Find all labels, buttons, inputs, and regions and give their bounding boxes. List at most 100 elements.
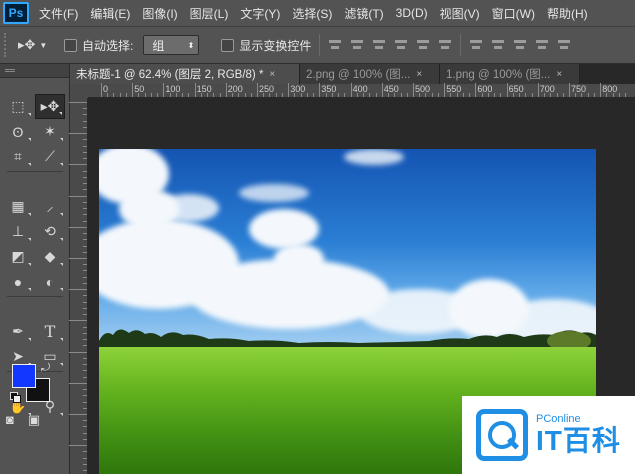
blur-tool-icon[interactable]: ● [3,269,33,294]
menu-type[interactable]: 文字(Y) [234,5,286,22]
distribute-group [469,38,571,52]
ruler-minor-tick [369,93,371,97]
default-colors-icon[interactable] [10,392,21,403]
healing-brush-tool-icon[interactable]: ▦ [3,194,33,219]
paint-bucket-tool-icon[interactable]: ◆ [35,244,65,269]
lasso-tool-icon[interactable]: ʘ [3,119,33,144]
menu-image[interactable]: 图像(I) [136,5,183,22]
ruler-tick [83,201,87,203]
ruler-minor-tick [356,93,358,97]
menu-view[interactable]: 视图(V) [434,5,486,22]
menu-help[interactable]: 帮助(H) [541,5,594,22]
distribute-left-icon[interactable] [535,38,549,52]
magic-wand-tool-icon[interactable]: ✶ [35,119,65,144]
close-icon[interactable]: × [269,69,275,80]
clone-stamp-tool-icon[interactable]: ⊥ [3,219,33,244]
quick-mask-icon[interactable]: ◙ [6,412,14,428]
align-top-icon[interactable] [328,38,342,52]
document-tabs: 未标题-1 @ 62.4% (图层 2, RGB/8) * × 2.png @ … [70,64,635,84]
menu-3d[interactable]: 3D(D) [390,6,434,20]
vertical-ruler[interactable] [69,98,88,474]
ruler-minor-tick [331,93,333,97]
auto-select-checkbox[interactable] [64,38,77,52]
history-brush-tool-icon[interactable]: ⟲ [35,219,65,244]
ruler-major-tick [475,83,477,97]
ruler-minor-tick [244,93,246,97]
mode-tools: ◙ ▣ [6,412,40,428]
tab-2-png[interactable]: 2.png @ 100% (图... × [300,64,440,84]
foreground-color[interactable] [12,364,36,388]
distribute-vcenter-icon[interactable] [491,38,505,52]
eyedropper-tool-icon[interactable]: ⟋ [35,144,65,169]
chevron-down-icon: ▼ [39,40,48,50]
ruler-tick [83,326,87,328]
ruler-tick-label: 500 [415,84,431,94]
align-hcenter-icon[interactable] [416,38,430,52]
menu-bar: Ps 文件(F) 编辑(E) 图像(I) 图层(L) 文字(Y) 选择(S) 滤… [0,0,635,26]
menu-filter[interactable]: 滤镜(T) [338,5,389,22]
menu-window[interactable]: 窗口(W) [486,5,541,22]
ruler-minor-tick [250,93,252,97]
ruler-tick-label: 400 [352,84,368,94]
crop-tool-icon[interactable]: ⌗ [3,144,33,169]
pconline-watermark: PConline IT百科 [462,396,635,474]
horizontal-ruler[interactable]: 0 50 100 150 200 250 300 350 400 450 500 550 600 650 7… [88,83,635,98]
ruler-minor-tick [375,93,377,97]
dodge-tool-icon[interactable]: ◐ [35,269,65,294]
ruler-tick-label: 150 [196,84,212,94]
ruler-minor-tick [400,93,402,97]
auto-select-label: 自动选择: [82,38,134,53]
ruler-tick [69,102,87,103]
type-tool-icon[interactable]: T [35,319,65,344]
tab-untitled-1[interactable]: 未标题-1 @ 62.4% (图层 2, RGB/8) * × [70,64,300,84]
ruler-tick-label: 350 [321,84,337,94]
ruler-tick [69,195,87,197]
align-bottom-icon[interactable] [372,38,386,52]
screen-mode-icon[interactable]: ▣ [28,412,40,428]
pen-tool-icon[interactable]: ✒ [3,319,33,344]
ruler-tick-label: 600 [477,84,493,94]
ruler-minor-tick [606,93,608,97]
ruler-tick [83,245,87,247]
ruler-minor-tick [625,93,627,97]
ruler-tick [83,438,87,440]
ruler-major-tick [569,83,570,97]
eraser-tool-icon[interactable]: ◩ [3,244,33,269]
menu-file[interactable]: 文件(F) [33,5,84,22]
marquee-tool-icon[interactable]: ⬚ [3,94,33,119]
ruler-minor-tick [431,93,433,97]
distribute-top-icon[interactable] [469,38,483,52]
ruler-corner[interactable] [70,84,88,98]
auto-select-dropdown[interactable]: 组 ⬍ [143,35,200,55]
watermark-small-text: PConline [536,413,581,425]
align-left-icon[interactable] [394,38,408,52]
ruler-tick [83,314,87,316]
options-grip[interactable] [4,33,8,57]
tool-preset-picker[interactable]: ▸✥ ▼ [18,37,56,53]
close-icon[interactable]: × [556,69,562,80]
menu-edit[interactable]: 编辑(E) [84,5,136,22]
ruler-tick-label: 300 [290,84,306,94]
ruler-minor-tick [556,93,558,97]
distribute-hcenter-icon[interactable] [557,38,571,52]
ruler-minor-tick [437,93,439,97]
close-icon[interactable]: × [416,69,422,80]
ruler-tick-label: 550 [446,84,462,94]
ruler-minor-tick [525,93,527,97]
ruler-tick [83,276,87,278]
ruler-tick [83,395,87,397]
ruler-tick [83,176,87,178]
align-vcenter-icon[interactable] [350,38,364,52]
brush-tool-icon[interactable]: ⸝ [35,194,65,219]
tab-1-png[interactable]: 1.png @ 100% (图... × [440,64,580,84]
align-right-icon[interactable] [438,38,452,52]
ruler-tick [83,264,87,266]
menu-select[interactable]: 选择(S) [286,5,338,22]
menu-layer[interactable]: 图层(L) [184,5,235,22]
show-transform-checkbox[interactable] [221,38,235,52]
move-tool-icon[interactable]: ▸✥ [35,94,65,119]
ruler-minor-tick [562,93,564,97]
toolbox-header[interactable] [0,64,69,78]
swap-colors-icon[interactable]: ⤾ [41,362,50,375]
distribute-bottom-icon[interactable] [513,38,527,52]
